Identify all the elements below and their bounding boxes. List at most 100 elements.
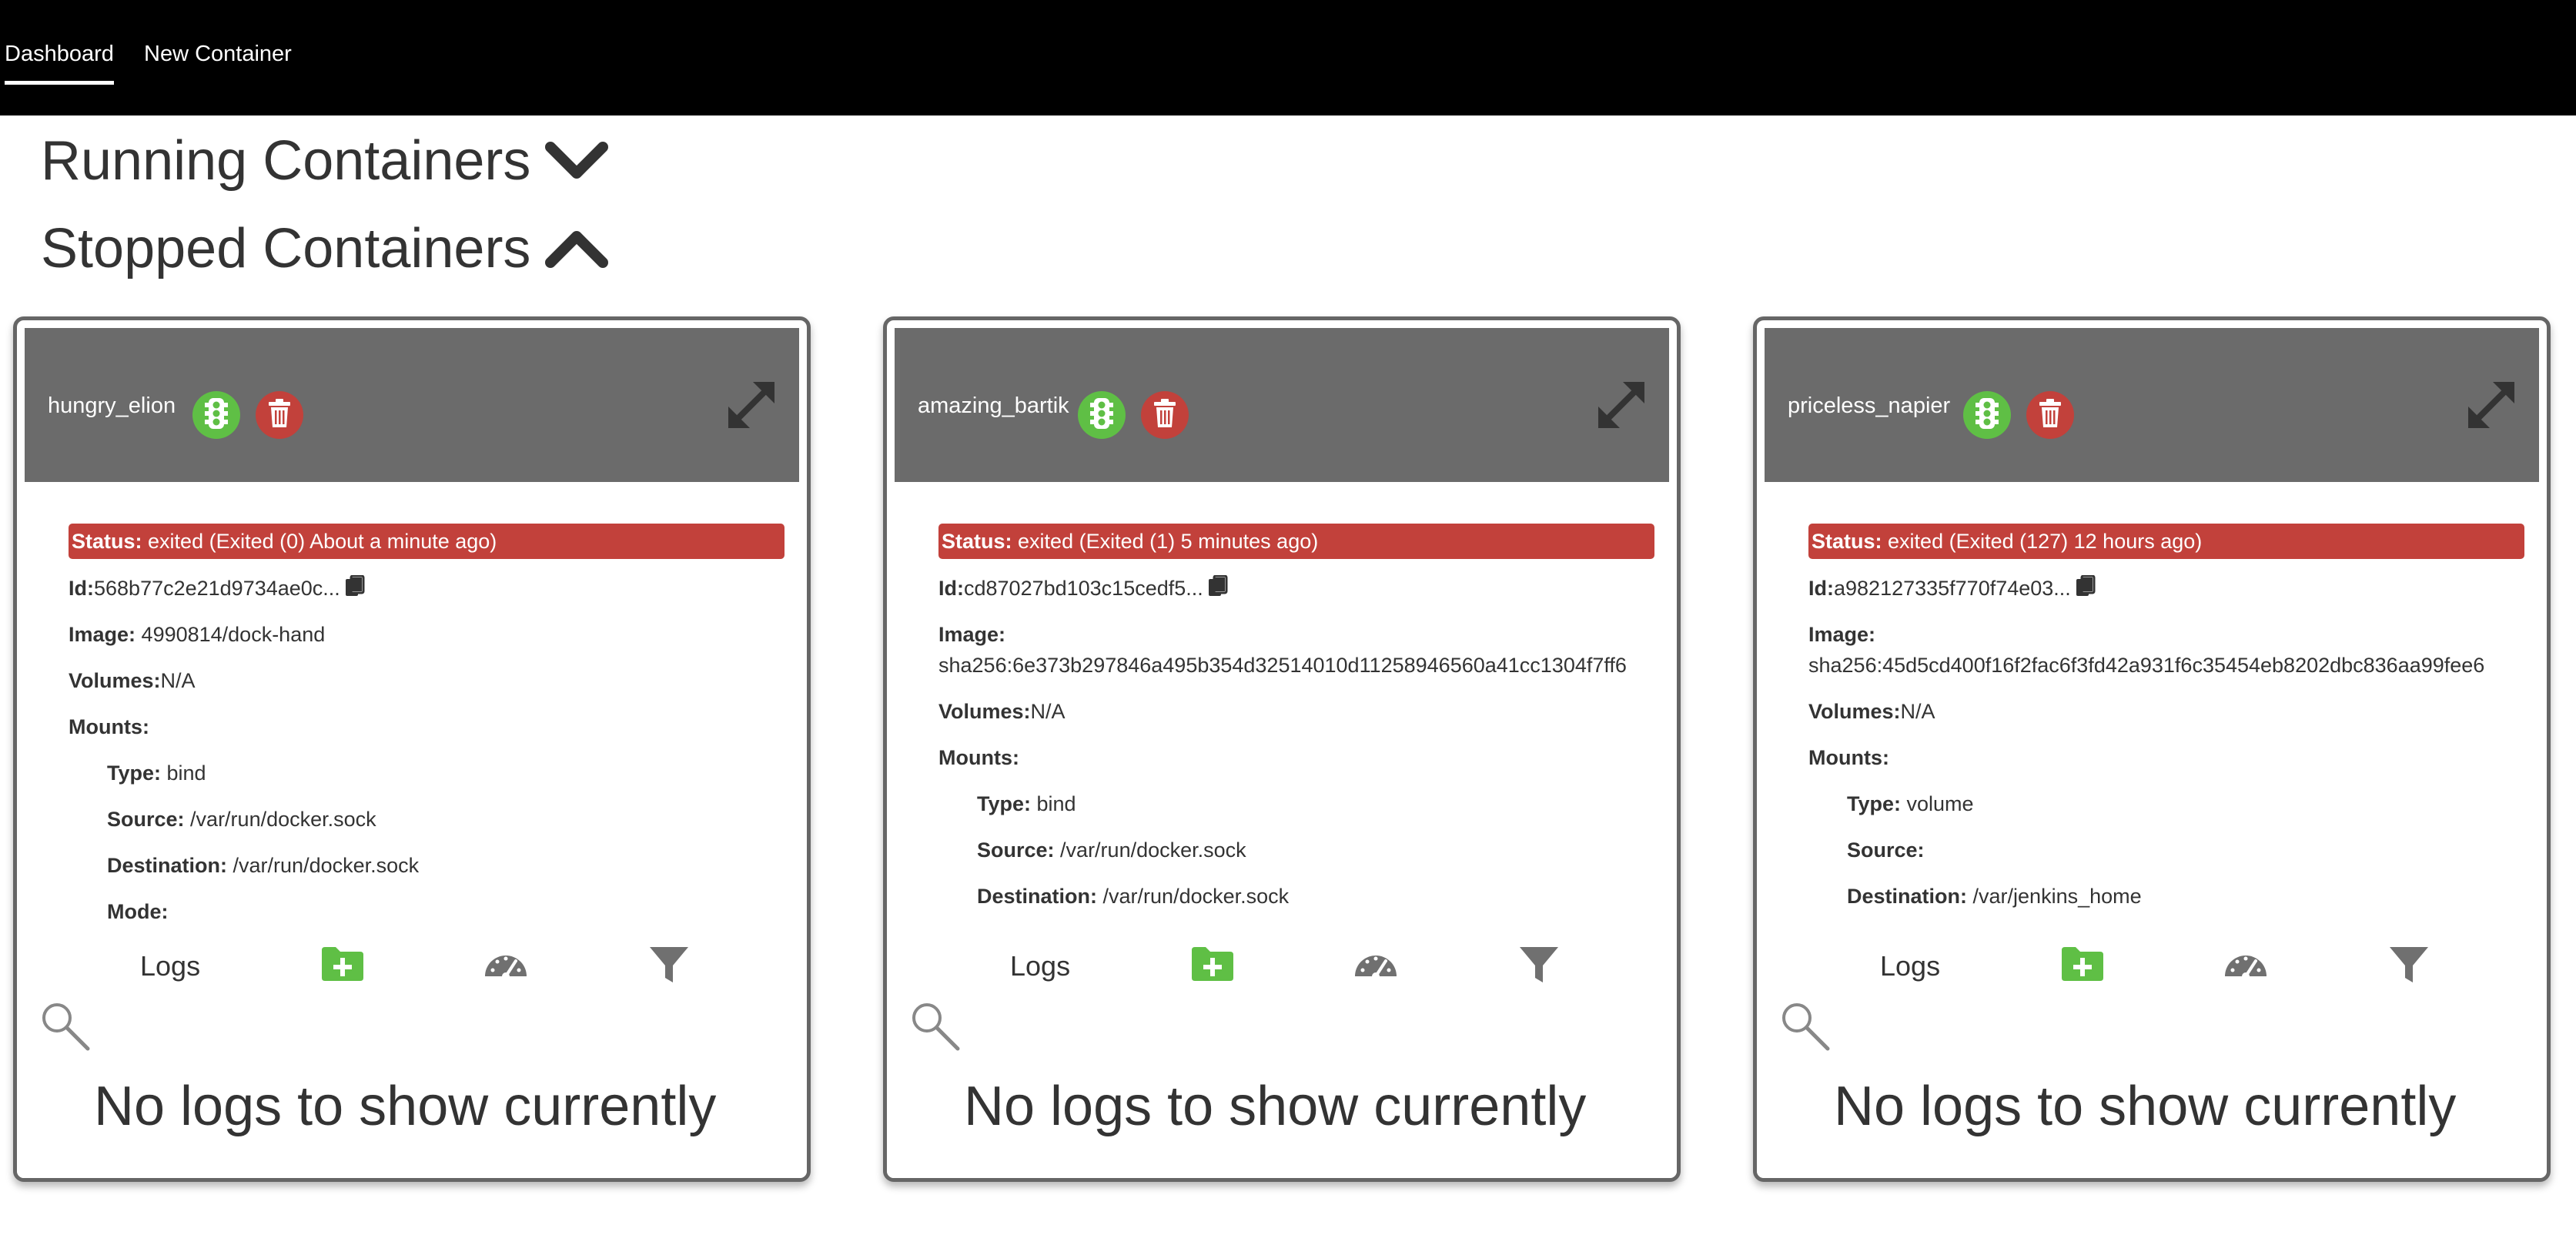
card-footer: Logs No logs to show currently xyxy=(17,929,807,1178)
delete-button[interactable] xyxy=(256,391,303,439)
add-folder-icon[interactable] xyxy=(319,942,366,986)
volumes-label: Volumes: xyxy=(69,669,161,692)
mount-source-value: /var/run/docker.sock xyxy=(1060,838,1246,862)
mount-source-label: Source: xyxy=(107,808,185,831)
image-label: Image: xyxy=(69,623,136,646)
card-header: hungry_elion xyxy=(25,328,799,482)
status-badge: Status: exited (Exited (0) About a minut… xyxy=(69,524,785,559)
logs-tab[interactable]: Logs xyxy=(140,947,200,986)
gauge-icon[interactable] xyxy=(2222,942,2270,986)
volumes-value: N/A xyxy=(1900,700,1935,723)
mount-source-field: Source: xyxy=(1847,836,1925,864)
traffic-light-icon xyxy=(203,397,229,434)
id-field: Id:cd87027bd103c15cedf5... xyxy=(938,574,1228,602)
image-field: Image: xyxy=(938,621,1005,648)
expand-icon[interactable] xyxy=(722,376,781,434)
no-logs-message: No logs to show currently xyxy=(94,1076,717,1137)
mount-type-label: Type: xyxy=(1847,792,1902,815)
status-label: Status: xyxy=(1812,530,1882,553)
search-icon[interactable] xyxy=(38,999,92,1053)
filter-icon[interactable] xyxy=(1515,942,1563,986)
mount-type-value: volume xyxy=(1906,792,1974,815)
mount-type-value: bind xyxy=(1036,792,1076,815)
expand-icon[interactable] xyxy=(2462,376,2521,434)
trash-icon xyxy=(1153,398,1177,433)
search-icon[interactable] xyxy=(1778,999,1832,1053)
start-button[interactable] xyxy=(1963,391,2011,439)
no-logs-message: No logs to show currently xyxy=(1834,1076,2457,1137)
expand-icon[interactable] xyxy=(1592,376,1651,434)
mount-source-field: Source: /var/run/docker.sock xyxy=(107,805,376,833)
image-value: 4990814/dock-hand xyxy=(141,623,326,646)
logs-tab[interactable]: Logs xyxy=(1880,947,1940,986)
card-footer: Logs No logs to show currently xyxy=(1757,929,2547,1178)
start-button[interactable] xyxy=(192,391,240,439)
traffic-light-icon xyxy=(1974,397,2000,434)
add-folder-icon[interactable] xyxy=(1189,942,1236,986)
filter-icon[interactable] xyxy=(2385,942,2433,986)
gauge-icon[interactable] xyxy=(482,942,530,986)
mount-type-label: Type: xyxy=(977,792,1032,815)
mount-destination-field: Destination: /var/jenkins_home xyxy=(1847,882,2142,910)
image-label: Image: xyxy=(1808,623,1876,646)
status-label: Status: xyxy=(72,530,142,553)
traffic-light-icon xyxy=(1089,397,1115,434)
gauge-icon[interactable] xyxy=(1352,942,1400,986)
start-button[interactable] xyxy=(1078,391,1126,439)
container-card: priceless_napier Status: exited (Exited (… xyxy=(1753,316,2551,1182)
id-field: Id:a982127335f770f74e03... xyxy=(1808,574,2096,602)
copy-icon[interactable] xyxy=(1208,574,1228,598)
running-containers-heading: Running Containers xyxy=(41,130,531,192)
mount-destination-field: Destination: /var/run/docker.sock xyxy=(107,852,419,879)
mount-destination-field: Destination: /var/run/docker.sock xyxy=(977,882,1289,910)
status-badge: Status: exited (Exited (1) 5 minutes ago… xyxy=(938,524,1654,559)
id-label: Id: xyxy=(69,577,94,600)
container-name: amazing_bartik xyxy=(918,393,1069,418)
mount-type-field: Type: volume xyxy=(1847,790,1974,818)
stopped-containers-heading: Stopped Containers xyxy=(41,218,531,279)
stopped-containers-toggle[interactable]: Stopped Containers xyxy=(41,214,609,283)
mount-type-label: Type: xyxy=(107,761,162,785)
mounts-label: Mounts: xyxy=(1808,746,1889,769)
filter-icon[interactable] xyxy=(645,942,693,986)
volumes-value: N/A xyxy=(160,669,196,692)
mount-mode-label: Mode: xyxy=(107,900,169,923)
mounts-label: Mounts: xyxy=(938,746,1019,769)
status-value: exited (Exited (1) 5 minutes ago) xyxy=(1018,530,1319,553)
volumes-field: Volumes:N/A xyxy=(69,667,196,694)
mount-source-label: Source: xyxy=(977,838,1055,862)
nav-dashboard[interactable]: Dashboard xyxy=(5,38,114,85)
search-icon[interactable] xyxy=(908,999,962,1053)
mount-type-field: Type: bind xyxy=(107,759,206,787)
status-value: exited (Exited (127) 12 hours ago) xyxy=(1888,530,2203,553)
running-containers-toggle[interactable]: Running Containers xyxy=(41,126,609,196)
logs-tab[interactable]: Logs xyxy=(1010,947,1070,986)
copy-icon[interactable] xyxy=(2076,574,2096,598)
trash-icon xyxy=(267,398,292,433)
mounts-label: Mounts: xyxy=(69,715,149,738)
status-badge: Status: exited (Exited (127) 12 hours ag… xyxy=(1808,524,2524,559)
copy-icon[interactable] xyxy=(345,574,365,598)
volumes-field: Volumes:N/A xyxy=(938,698,1066,725)
mount-destination-label: Destination: xyxy=(1847,885,1968,908)
mount-source-label: Source: xyxy=(1847,838,1925,862)
image-label: Image: xyxy=(938,623,1006,646)
mount-destination-label: Destination: xyxy=(977,885,1098,908)
image-field: Image: xyxy=(1808,621,1875,648)
delete-button[interactable] xyxy=(1141,391,1189,439)
delete-button[interactable] xyxy=(2026,391,2074,439)
nav-new-container[interactable]: New Container xyxy=(144,38,292,69)
image-value: sha256:6e373b297846a495b354d32514010d112… xyxy=(938,654,1627,677)
id-label: Id: xyxy=(938,577,964,600)
mount-destination-value: /var/jenkins_home xyxy=(1972,885,2142,908)
trash-icon xyxy=(2038,398,2062,433)
mount-type-field: Type: bind xyxy=(977,790,1076,818)
mount-type-value: bind xyxy=(166,761,206,785)
top-nav: Dashboard New Container xyxy=(0,0,2576,115)
volumes-field: Volumes:N/A xyxy=(1808,698,1935,725)
volumes-label: Volumes: xyxy=(938,700,1031,723)
add-folder-icon[interactable] xyxy=(2059,942,2106,986)
chevron-up-icon xyxy=(545,231,609,268)
status-label: Status: xyxy=(942,530,1012,553)
id-label: Id: xyxy=(1808,577,1834,600)
